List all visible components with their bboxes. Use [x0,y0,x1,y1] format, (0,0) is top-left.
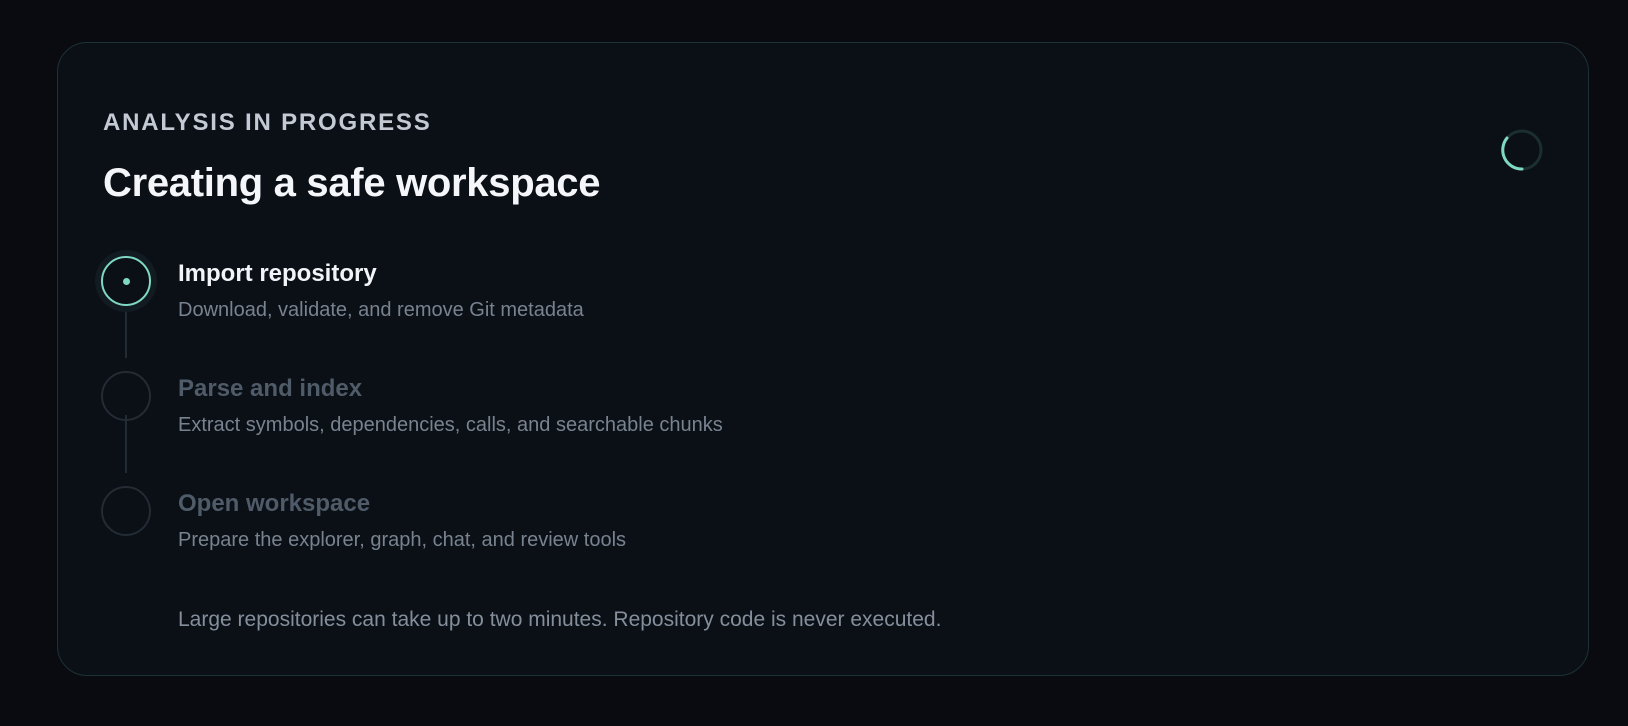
page-title: Creating a safe workspace [103,161,601,205]
footnote: Large repositories can take up to two mi… [178,608,942,631]
step-description: Prepare the explorer, graph, chat, and r… [178,529,627,551]
step-description: Extract symbols, dependencies, calls, an… [178,414,723,436]
status-eyebrow: ANALYSIS IN PROGRESS [103,109,432,136]
active-dot-icon [122,277,130,285]
step-title: Import repository [178,260,377,287]
step-title: Open workspace [178,490,371,517]
step-status-pending-icon [101,371,151,421]
step-connector [125,415,127,473]
step-status-active-icon [101,256,151,306]
step-title: Parse and index [178,375,363,402]
step-description: Download, validate, and remove Git metad… [178,299,584,321]
analysis-progress-panel: ANALYSIS IN PROGRESS Creating a safe wor… [57,42,1589,676]
loading-spinner-icon [1500,128,1544,172]
step-connector [125,300,127,358]
step-status-pending-icon [101,486,151,536]
